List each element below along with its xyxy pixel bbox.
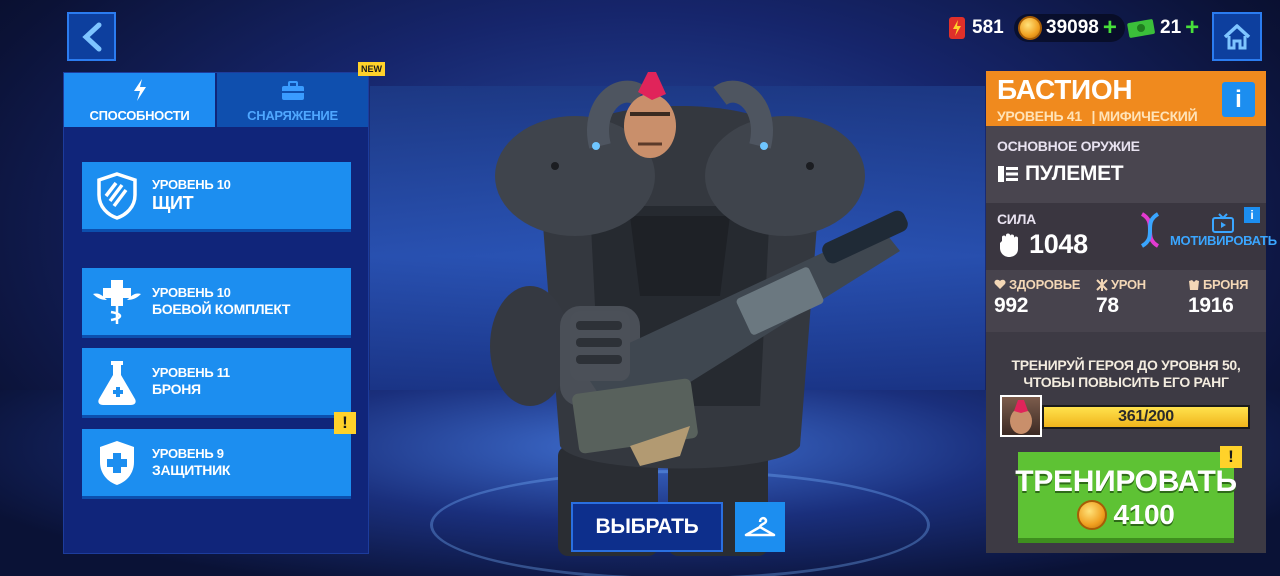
weapon-name: ПУЛЕМЕТ — [1025, 162, 1124, 185]
power-row: 1048 — [997, 229, 1088, 260]
train-button[interactable]: ТРЕНИРОВАТЬ 4100 — [1015, 452, 1237, 543]
hanger-icon — [744, 516, 776, 537]
add-cash-icon[interactable]: + — [1185, 16, 1199, 40]
weapon-section: ОСНОВНОЕ ОРУЖИЕ ПУЛЕМЕТ — [986, 126, 1266, 203]
ability-card-defender[interactable]: УРОВЕНЬ 9 ЗАЩИТНИК — [82, 429, 351, 496]
ability-name: БОЕВОЙ КОМПЛЕКТ — [152, 300, 291, 317]
ability-card-armor[interactable]: УРОВЕНЬ 11 БРОНЯ — [82, 348, 351, 415]
hero-level: УРОВЕНЬ 41 — [997, 108, 1082, 124]
hero-rarity: | МИФИЧЕСКИЙ — [1091, 108, 1198, 124]
chevron-left-icon — [81, 22, 101, 51]
machine-gun-icon — [998, 166, 1018, 182]
motivate-info-icon[interactable]: i — [1244, 207, 1260, 223]
fist-icon — [1000, 233, 1018, 257]
motivate-label: МОТИВИРОВАТЬ — [1170, 232, 1277, 248]
power-value: 1048 — [1029, 229, 1088, 259]
ability-name: ЗАЩИТНИК — [152, 461, 231, 478]
hero-avatar — [1000, 395, 1042, 437]
energy-value: 581 — [972, 17, 1004, 38]
ability-card-shield[interactable]: УРОВЕНЬ 10 ЩИТ — [82, 162, 351, 229]
tv-ad-icon — [1212, 212, 1235, 233]
xp-progress-bar: 361/200 — [1042, 405, 1250, 429]
stat-label: ЗДОРОВЬЕ — [1009, 277, 1081, 292]
hero-name: БАСТИОН — [997, 74, 1133, 105]
damage-icon — [1096, 278, 1108, 291]
shield-cross-icon — [100, 440, 134, 485]
briefcase-icon — [281, 81, 304, 100]
select-hero-label: ВЫБРАТЬ — [595, 515, 699, 538]
skins-button[interactable] — [735, 502, 785, 552]
coins-counter[interactable]: 39098 + — [1014, 14, 1125, 42]
ability-name: ЩИТ — [152, 192, 194, 213]
new-badge: NEW — [358, 62, 385, 76]
train-cost-value: 4100 — [1113, 498, 1175, 530]
info-button[interactable]: i — [1222, 82, 1255, 117]
train-message: ТРЕНИРУЙ ГЕРОЯ ДО УРОВНЯ 50, ЧТОБЫ ПОВЫС… — [1011, 357, 1241, 390]
cash-icon — [1127, 19, 1155, 38]
power-label: СИЛА — [997, 211, 1036, 227]
stats-section: ЗДОРОВЬЕ 992 УРОН 78 БРОНЯ 1916 — [986, 270, 1266, 332]
lightning-icon — [133, 79, 146, 101]
shield-stripes-icon — [97, 171, 137, 220]
home-icon — [1223, 23, 1251, 49]
dna-icon — [1140, 212, 1160, 248]
energy-counter: 581 — [946, 14, 1004, 42]
ability-card-combat-kit[interactable]: УРОВЕНЬ 10 БОЕВОЙ КОМПЛЕКТ — [82, 268, 351, 335]
stat-damage: УРОН 78 — [1096, 277, 1146, 318]
ability-level: УРОВЕНЬ 11 — [152, 364, 230, 380]
energy-can-icon — [949, 17, 965, 39]
ability-level: УРОВЕНЬ 10 — [152, 176, 231, 192]
stat-value: 78 — [1096, 294, 1119, 317]
weapon-title: ОСНОВНОЕ ОРУЖИЕ — [997, 138, 1140, 154]
stat-armor: БРОНЯ 1916 — [1188, 277, 1248, 318]
tab-equipment-label: СНАРЯЖЕНИЕ — [247, 108, 338, 123]
stat-health: ЗДОРОВЬЕ 992 — [994, 277, 1080, 318]
upgrade-warning-icon: ! — [334, 412, 356, 434]
cash-counter[interactable]: 21 + — [1126, 14, 1199, 42]
tab-abilities[interactable]: СПОСОБНОСТИ — [64, 73, 215, 127]
stat-value: 1916 — [1188, 294, 1234, 317]
coins-value: 39098 — [1046, 17, 1099, 38]
coin-icon — [1018, 16, 1042, 40]
train-cost: 4100 — [1077, 498, 1175, 531]
hero-bastion-character — [490, 72, 908, 556]
hero-portrait — [1010, 400, 1032, 434]
home-button[interactable] — [1212, 12, 1262, 61]
heart-icon — [994, 279, 1006, 289]
stat-label: УРОН — [1111, 277, 1146, 292]
ability-level: УРОВЕНЬ 9 — [152, 445, 224, 461]
armor-icon — [1189, 279, 1199, 290]
power-section: СИЛА 1048 МОТИВИРОВАТЬ i — [986, 203, 1277, 270]
tab-equipment[interactable]: СНАРЯЖЕНИЕ — [217, 73, 368, 127]
ability-name: БРОНЯ — [152, 380, 201, 397]
tab-abilities-label: СПОСОБНОСТИ — [89, 108, 190, 123]
cash-value: 21 — [1160, 17, 1182, 38]
train-label: ТРЕНИРОВАТЬ — [1015, 464, 1237, 498]
winged-medic-icon — [93, 279, 141, 324]
xp-progress-text: 361/200 — [1118, 408, 1174, 425]
weapon-row: ПУЛЕМЕТ — [997, 162, 1124, 186]
select-hero-button[interactable]: ВЫБРАТЬ — [571, 502, 723, 552]
hero-header: БАСТИОН УРОВЕНЬ 41 | МИФИЧЕСКИЙ i — [986, 71, 1266, 126]
flask-icon — [98, 360, 136, 405]
coin-icon — [1077, 499, 1108, 530]
add-coins-icon[interactable]: + — [1103, 16, 1117, 40]
ability-level: УРОВЕНЬ 10 — [152, 284, 231, 300]
train-warning-icon: ! — [1220, 446, 1242, 468]
hero-level-rarity: УРОВЕНЬ 41 | МИФИЧЕСКИЙ — [997, 108, 1198, 124]
stat-label: БРОНЯ — [1203, 277, 1249, 292]
stat-value: 992 — [994, 294, 1029, 317]
back-button[interactable] — [67, 12, 116, 61]
